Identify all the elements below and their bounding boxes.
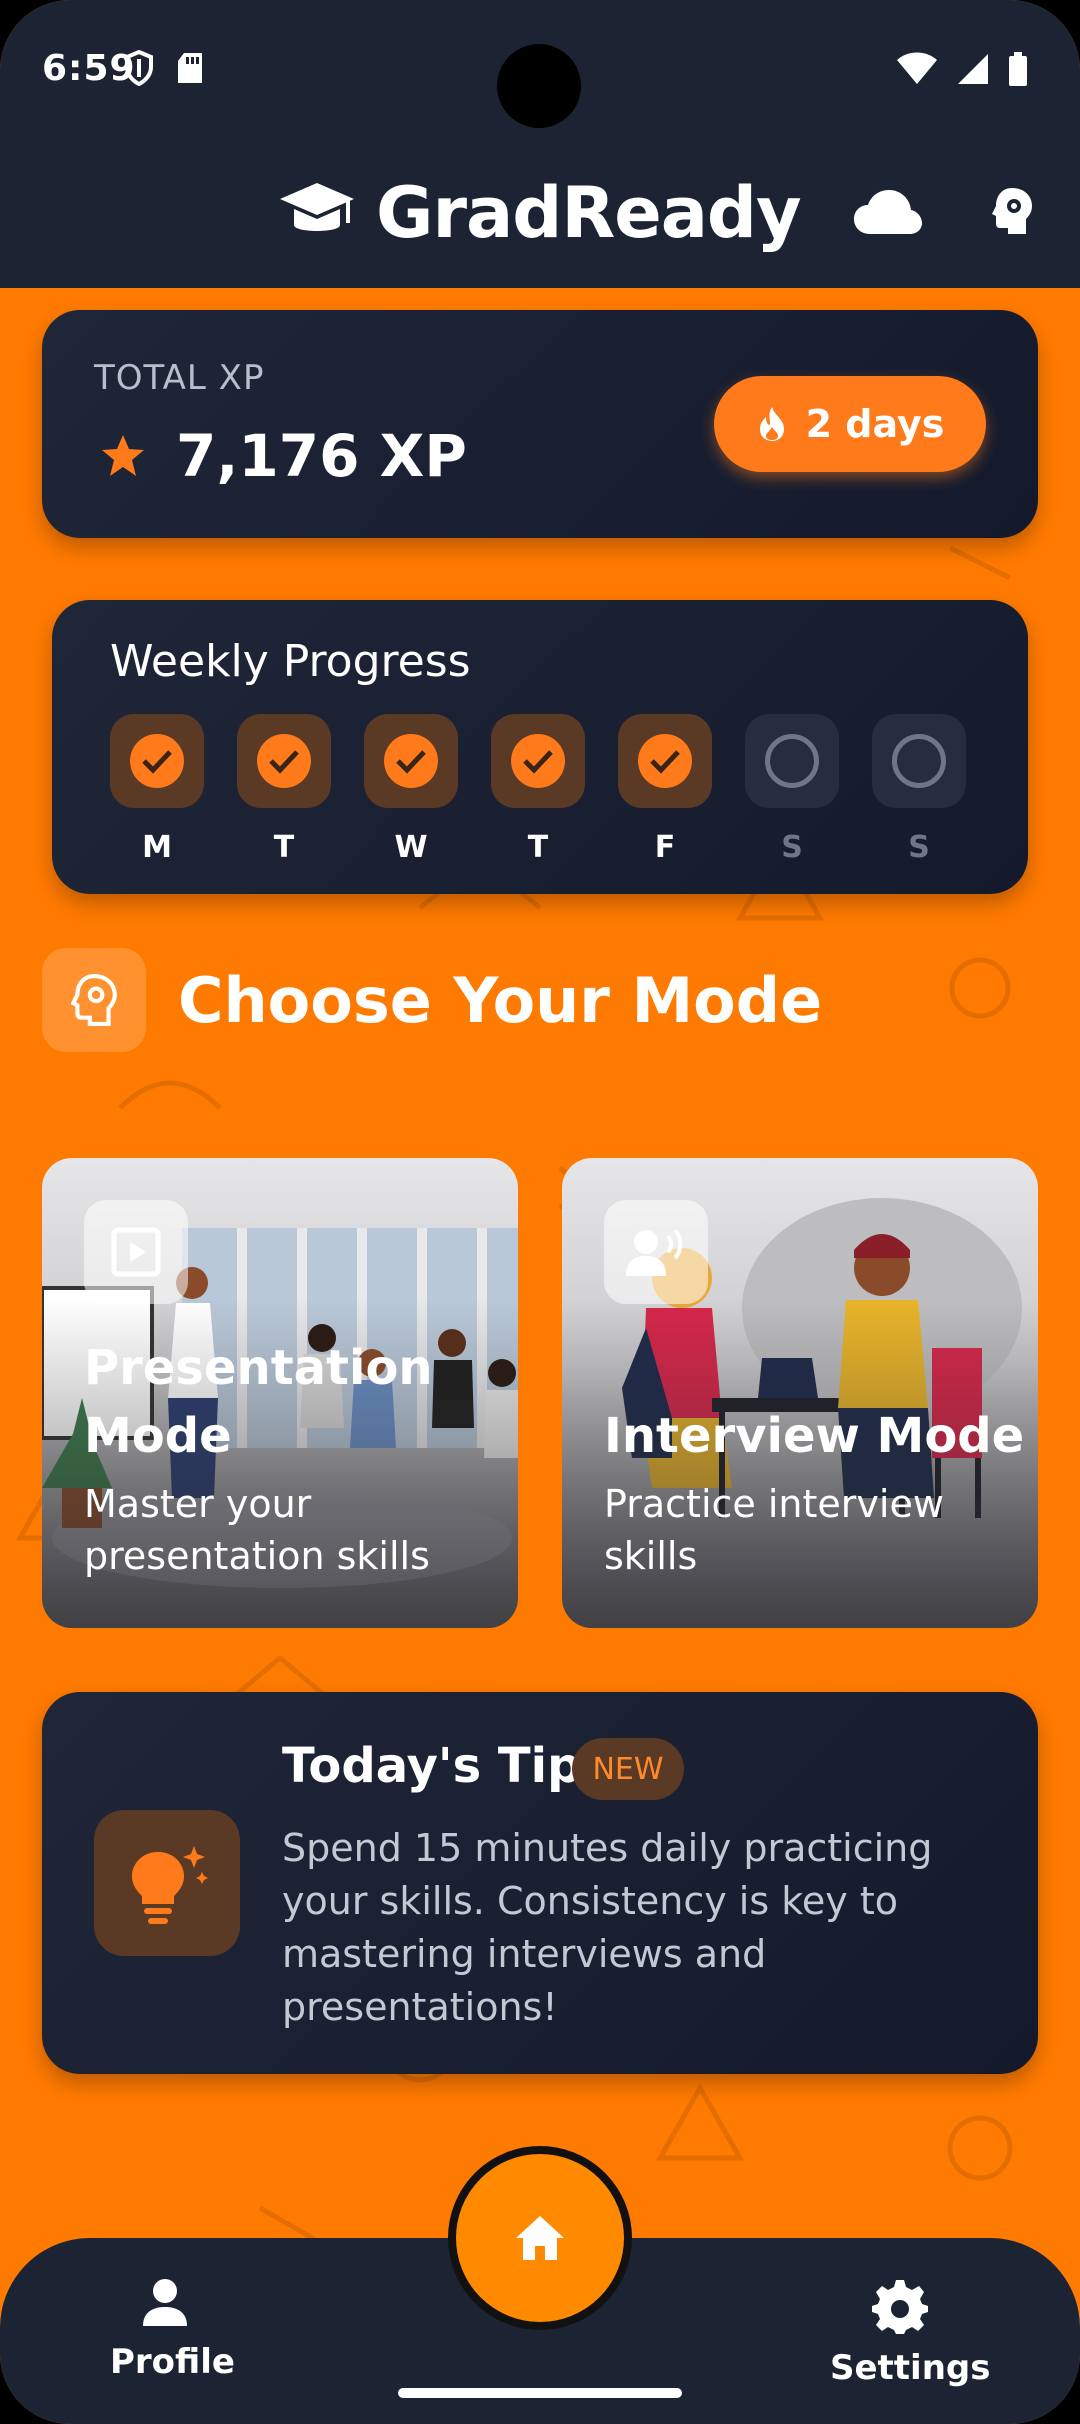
weekly-progress-card: Weekly Progress M T W T F S S xyxy=(52,600,1028,894)
weekday-item: T xyxy=(237,714,331,865)
play-box-icon xyxy=(111,1227,161,1277)
mode-section-title: Choose Your Mode xyxy=(178,963,823,1037)
weekday-label: S xyxy=(781,830,803,865)
status-time: 6:59 xyxy=(42,48,136,89)
weekday-list: M T W T F S S xyxy=(110,714,966,865)
nav-profile[interactable]: Profile xyxy=(110,2278,235,2382)
new-badge: NEW xyxy=(572,1738,684,1800)
front-camera xyxy=(497,44,581,128)
presentation-mode-card[interactable]: Presentation Mode Master your presentati… xyxy=(42,1158,518,1628)
weekday-item: M xyxy=(110,714,204,865)
presentation-mode-title: Presentation Mode xyxy=(84,1340,433,1464)
sd-card-icon xyxy=(178,53,202,83)
weekday-label: T xyxy=(527,830,549,865)
gear-icon xyxy=(872,2280,928,2334)
home-button[interactable] xyxy=(448,2146,632,2330)
tip-title: Today's Tip xyxy=(282,1738,582,1794)
weekly-progress-title: Weekly Progress xyxy=(110,636,471,687)
xp-value: 7,176 XP xyxy=(176,422,467,490)
check-circle-icon xyxy=(257,734,311,788)
wifi-icon xyxy=(897,52,937,84)
streak-badge[interactable]: 2 days xyxy=(714,376,986,472)
presentation-mode-desc: Master your presentation skills xyxy=(84,1482,430,1578)
nav-settings[interactable]: Settings xyxy=(830,2278,991,2388)
check-circle-icon xyxy=(384,734,438,788)
brain-icon xyxy=(71,974,117,1026)
cloud-icon[interactable] xyxy=(854,190,922,236)
streak-text: 2 days xyxy=(805,402,945,446)
flame-icon xyxy=(759,407,784,441)
interview-mode-desc: Practice interview skills xyxy=(604,1482,944,1578)
graduation-cap-icon xyxy=(280,183,354,231)
weekday-label: W xyxy=(394,830,428,865)
shield-icon xyxy=(125,50,153,86)
signal-icon xyxy=(958,54,988,84)
check-circle-icon xyxy=(511,734,565,788)
brain-icon[interactable] xyxy=(990,186,1034,236)
empty-circle-icon xyxy=(765,734,819,788)
gesture-bar[interactable] xyxy=(398,2388,682,2398)
weekday-label: M xyxy=(142,830,172,865)
weekday-item: W xyxy=(364,714,458,865)
interview-mode-card[interactable]: Interview Mode Practice interview skills xyxy=(562,1158,1038,1628)
nav-profile-label: Profile xyxy=(110,2342,235,2382)
weekday-item: S xyxy=(745,714,839,865)
check-circle-icon xyxy=(638,734,692,788)
weekday-label: S xyxy=(908,830,930,865)
xp-label: TOTAL XP xyxy=(94,358,265,398)
voice-person-icon xyxy=(626,1228,683,1276)
empty-circle-icon xyxy=(892,734,946,788)
check-circle-icon xyxy=(130,734,184,788)
weekday-label: T xyxy=(273,830,295,865)
xp-card: TOTAL XP 7,176 XP 2 days xyxy=(42,310,1038,538)
app-bar: GradReady xyxy=(0,150,1080,288)
brand: GradReady xyxy=(278,172,802,254)
interview-mode-title: Interview Mode xyxy=(604,1408,1025,1464)
tip-card: Today's Tip NEW Spend 15 minutes daily p… xyxy=(42,1692,1038,2074)
battery-icon xyxy=(1009,52,1027,86)
person-icon xyxy=(143,2279,187,2326)
star-icon xyxy=(102,435,144,476)
phone-screen: 6:59 GradReady TOTAL XP 7,176 XP 2 days xyxy=(0,0,1080,2424)
lightbulb-icon xyxy=(132,1846,208,1924)
weekday-item: S xyxy=(872,714,966,865)
mode-section-header: Choose Your Mode xyxy=(42,948,822,1052)
home-icon xyxy=(516,2216,564,2260)
status-bar: 6:59 xyxy=(0,0,1080,150)
nav-settings-label: Settings xyxy=(830,2348,991,2388)
tip-text: Spend 15 minutes daily practicing your s… xyxy=(282,1826,933,2029)
weekday-item: F xyxy=(618,714,712,865)
weekday-label: F xyxy=(654,830,676,865)
app-title: GradReady xyxy=(376,172,802,254)
weekday-item: T xyxy=(491,714,585,865)
